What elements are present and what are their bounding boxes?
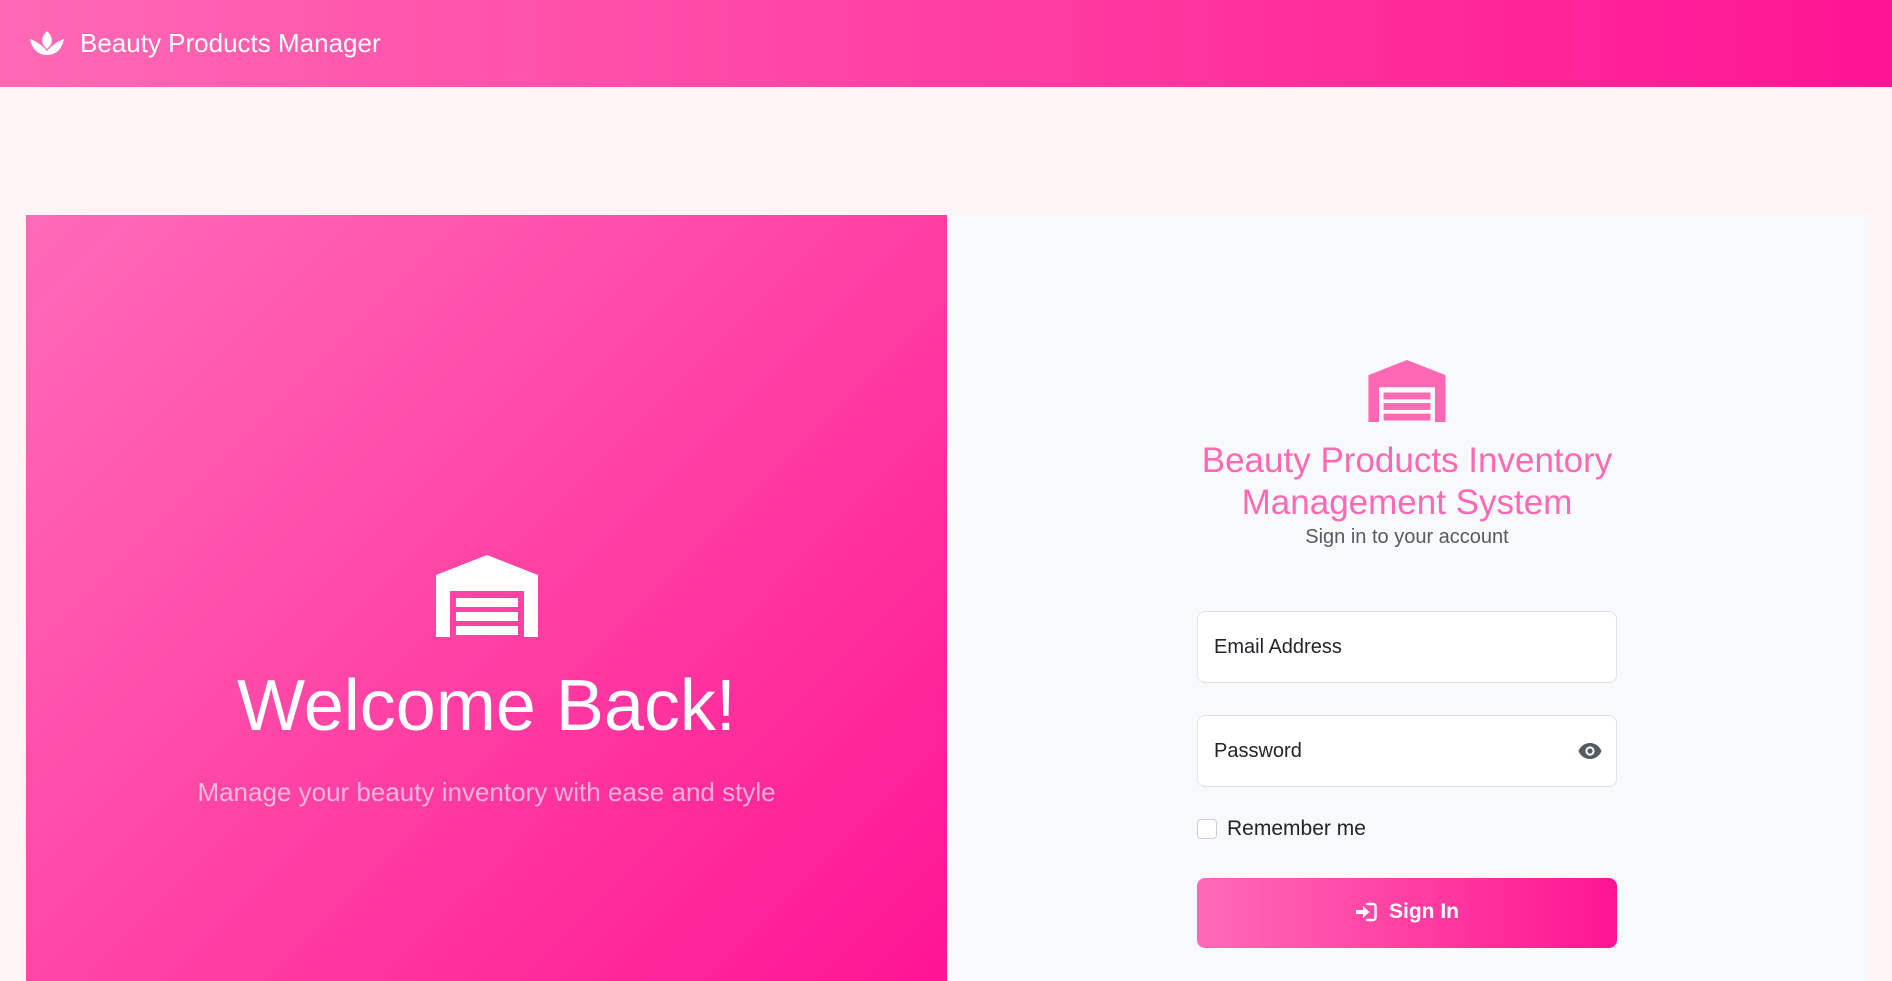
email-field[interactable]: Email Address [1197,611,1617,683]
sign-in-button-label: Sign In [1389,900,1459,923]
brand-label: Beauty Products Manager [80,28,381,58]
welcome-subtitle: Manage your beauty inventory with ease a… [197,777,776,808]
eye-icon[interactable] [1578,742,1602,760]
login-panel: Beauty Products Inventory Management Sys… [947,215,1868,981]
brand-link[interactable]: Beauty Products Manager [28,28,381,59]
password-field-label: Password [1214,739,1302,762]
signin-subtitle: Sign in to your account [1305,526,1509,548]
welcome-title: Welcome Back! [237,666,736,746]
warehouse-icon [1368,360,1446,422]
remember-me-label[interactable]: Remember me [1227,817,1366,841]
remember-me-checkbox[interactable] [1197,819,1217,839]
system-title: Beauty Products Inventory Management Sys… [1201,441,1613,522]
top-navbar: Beauty Products Manager [0,0,1892,87]
login-card: Welcome Back! Manage your beauty invento… [26,215,1868,981]
spa-lotus-icon [30,30,64,55]
email-field-label: Email Address [1214,635,1342,658]
remember-me-row: Remember me [1197,817,1617,841]
sign-in-button[interactable]: Sign In [1197,878,1617,948]
warehouse-icon [435,555,538,637]
sign-in-icon [1356,902,1377,922]
welcome-content: Welcome Back! Manage your beauty invento… [26,555,947,812]
password-field[interactable]: Password [1197,715,1617,787]
login-form: Beauty Products Inventory Management Sys… [1197,360,1617,948]
welcome-panel: Welcome Back! Manage your beauty invento… [26,215,947,981]
